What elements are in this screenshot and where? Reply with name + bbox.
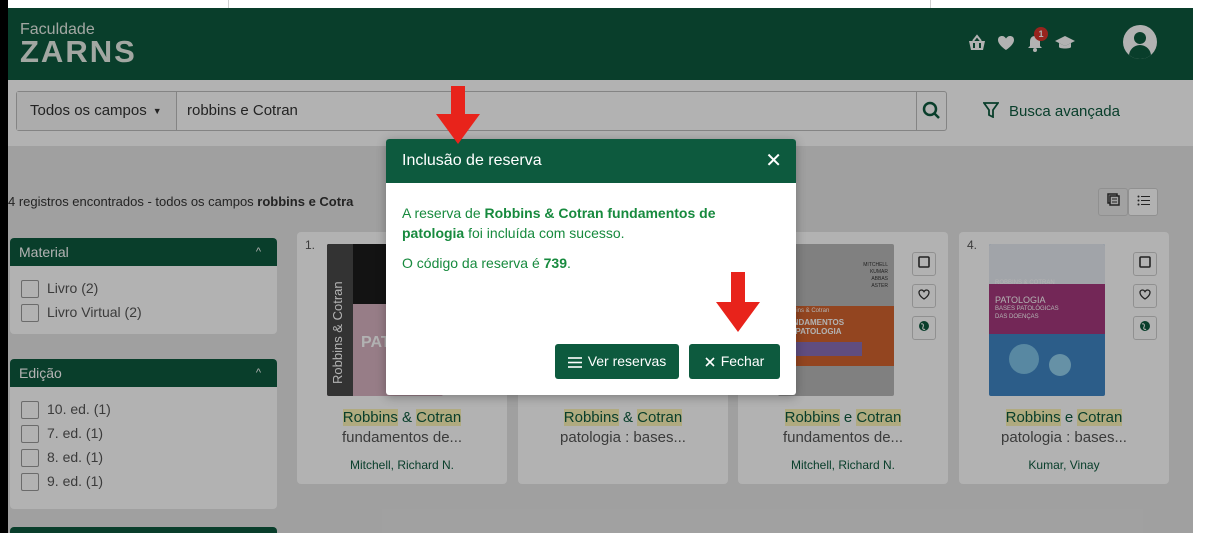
reservation-code: 739 [543,255,567,271]
code-suffix: . [567,255,571,271]
app-window: Faculdade ZARNS 1 Todos os campos ▼ robb… [8,8,1193,533]
modal-code: O código da reserva é 739. [402,253,780,273]
modal-body: A reserva de Robbins & Cotran fundamento… [386,183,796,273]
code-prefix: O código da reserva é [402,255,544,271]
msg-suffix: foi incluída com sucesso. [464,225,625,241]
close-icon[interactable]: ✕ [765,139,782,183]
frame-divider [930,0,931,8]
annotation-arrow-down-icon [436,86,480,144]
ver-reservas-button[interactable]: Ver reservas [555,344,679,379]
fechar-label: Fechar [720,353,765,369]
modal-title: Inclusão de reserva [402,152,542,169]
ver-reservas-label: Ver reservas [587,353,667,369]
reservation-modal: Inclusão de reserva ✕ A reserva de Robbi… [386,139,796,395]
frame-divider [228,0,229,8]
fechar-button[interactable]: Fechar [689,344,780,379]
modal-message: A reserva de Robbins & Cotran fundamento… [402,203,780,243]
window-frame-top [8,0,1217,8]
window-frame-left [0,0,8,533]
msg-prefix: A reserva de [402,205,485,221]
x-icon [705,357,715,367]
annotation-arrow-down-icon [716,272,760,332]
list-icon [567,356,582,368]
window-frame-right [1193,0,1217,533]
